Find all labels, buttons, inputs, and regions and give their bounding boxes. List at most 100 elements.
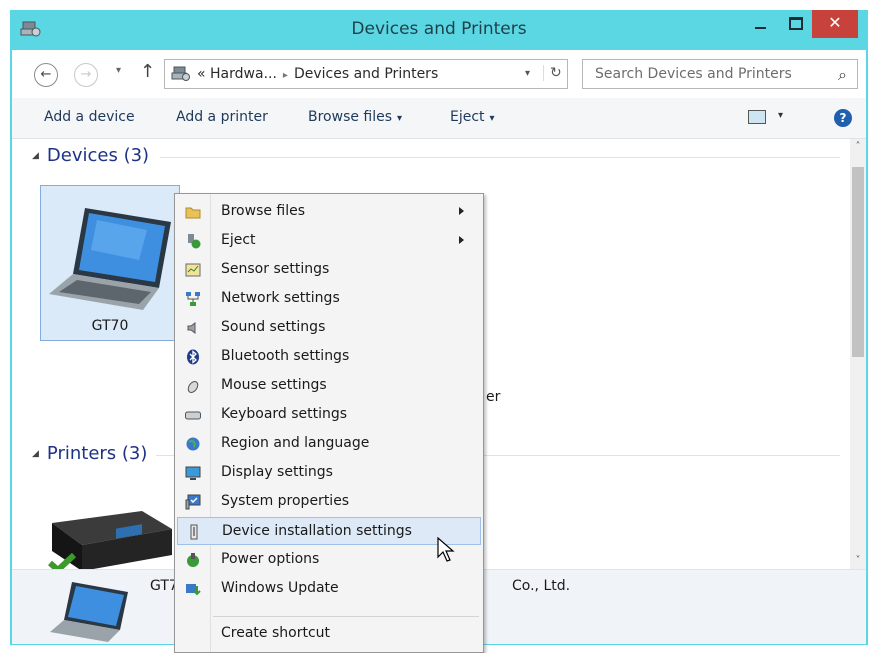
submenu-arrow-icon xyxy=(459,236,464,244)
address-bar-row: ← → ▾ ↑ « Hardwa... ▸ Devices and Printers… xyxy=(12,50,866,96)
menu-item-display-settings[interactable]: Display settings xyxy=(177,459,481,487)
refresh-button[interactable]: ↻ xyxy=(543,65,562,81)
menu-item-bluetooth-settings[interactable]: Bluetooth settings xyxy=(177,343,481,371)
details-manufacturer: Co., Ltd. xyxy=(512,578,571,594)
forward-button[interactable]: → xyxy=(74,63,98,87)
eject-button[interactable]: Eject ▾ xyxy=(450,109,495,125)
recent-locations-button[interactable]: ▾ xyxy=(116,65,121,76)
chevron-down-icon: ▾ xyxy=(525,68,531,79)
menu-item-label: Sound settings xyxy=(221,319,326,335)
menu-item-label: Region and language xyxy=(221,435,370,451)
device-label-fragment: er xyxy=(486,389,501,405)
add-device-button[interactable]: Add a device xyxy=(44,109,135,125)
up-button[interactable]: ↑ xyxy=(140,61,155,82)
laptop-icon xyxy=(50,582,128,642)
add-printer-button[interactable]: Add a printer xyxy=(176,109,268,125)
menu-item-keyboard-settings[interactable]: Keyboard settings xyxy=(177,401,481,429)
vertical-scrollbar[interactable]: ˄ ˅ xyxy=(850,139,866,569)
group-header-devices[interactable]: ◢ Devices (3) xyxy=(32,145,149,166)
usb-device-icon xyxy=(186,524,202,540)
devices-printers-icon xyxy=(171,66,190,81)
mouse-icon xyxy=(185,378,201,394)
chevron-down-icon: ▾ xyxy=(116,65,122,76)
network-icon xyxy=(185,291,201,307)
menu-item-system-properties[interactable]: System properties xyxy=(177,488,481,516)
menu-item-mouse-settings[interactable]: Mouse settings xyxy=(177,372,481,400)
group-title-printers: Printers (3) xyxy=(46,443,148,464)
update-icon xyxy=(185,581,201,597)
menu-item-eject[interactable]: Eject xyxy=(177,227,481,255)
mouse-pointer-icon xyxy=(437,537,455,562)
menu-item-label: Display settings xyxy=(221,464,333,480)
scroll-down-icon[interactable]: ˅ xyxy=(850,553,866,569)
scrollbar-thumb[interactable] xyxy=(852,167,864,357)
breadcrumb-devices-and-printers[interactable]: Devices and Printers xyxy=(294,66,438,82)
title-bar[interactable]: Devices and Printers ✕ xyxy=(10,10,868,50)
menu-item-browse-files[interactable]: Browse files xyxy=(177,198,481,226)
help-icon[interactable]: ? xyxy=(834,109,852,127)
window-title: Devices and Printers xyxy=(351,19,527,39)
breadcrumb-overflow[interactable]: « xyxy=(197,66,206,82)
breadcrumb-separator-icon[interactable]: ▸ xyxy=(277,70,294,81)
refresh-icon: ↻ xyxy=(550,65,562,81)
menu-item-windows-update[interactable]: Windows Update xyxy=(177,575,481,603)
change-view-icon[interactable] xyxy=(748,110,766,124)
menu-item-device-installation-settings[interactable]: Device installation settings xyxy=(177,517,481,545)
search-input[interactable]: Search Devices and Printers ⌕ xyxy=(582,59,858,89)
maximize-button[interactable] xyxy=(780,10,810,38)
search-placeholder: Search Devices and Printers xyxy=(595,66,792,82)
forward-arrow-icon: → xyxy=(80,67,92,82)
menu-item-sound-settings[interactable]: Sound settings xyxy=(177,314,481,342)
close-icon: ✕ xyxy=(828,13,842,32)
display-icon xyxy=(185,465,201,481)
address-history-dropdown[interactable]: ▾ xyxy=(525,68,530,79)
menu-item-label: Browse files xyxy=(221,203,306,219)
scroll-up-icon[interactable]: ˄ xyxy=(850,139,866,155)
browse-files-button[interactable]: Browse files ▾ xyxy=(308,109,402,125)
browse-files-label: Browse files xyxy=(308,109,393,125)
menu-item-label: Keyboard settings xyxy=(221,406,348,422)
minimize-button[interactable] xyxy=(746,10,776,38)
eject-icon xyxy=(185,233,201,249)
dropdown-arrow-icon: ▾ xyxy=(397,113,403,124)
search-icon[interactable]: ⌕ xyxy=(838,65,847,85)
menu-item-create-shortcut[interactable]: Create shortcut xyxy=(177,620,481,648)
menu-item-label: Mouse settings xyxy=(221,377,327,393)
collapse-triangle-icon: ◢ xyxy=(32,151,39,161)
menu-separator xyxy=(213,616,479,617)
device-tile-gt70[interactable]: GT70 xyxy=(40,185,180,341)
menu-item-label: Sensor settings xyxy=(221,261,330,277)
breadcrumb-hardware[interactable]: Hardwa... xyxy=(210,66,277,82)
menu-item-region-and-language[interactable]: Region and language xyxy=(177,430,481,458)
collapse-triangle-icon: ◢ xyxy=(32,449,39,459)
device-label: GT70 xyxy=(91,318,129,334)
menu-item-label: System properties xyxy=(221,493,350,509)
group-header-printers[interactable]: ◢ Printers (3) xyxy=(32,443,147,464)
speaker-icon xyxy=(185,320,201,336)
menu-item-network-settings[interactable]: Network settings xyxy=(177,285,481,313)
back-button[interactable]: ← xyxy=(34,63,58,87)
view-options-dropdown[interactable]: ▾ xyxy=(778,110,783,121)
close-button[interactable]: ✕ xyxy=(812,10,858,38)
laptop-icon xyxy=(49,208,171,310)
menu-item-label: Network settings xyxy=(221,290,340,306)
menu-item-label: Windows Update xyxy=(221,580,339,596)
eject-label: Eject xyxy=(450,109,485,125)
folder-icon xyxy=(185,204,201,220)
sensor-icon xyxy=(185,262,201,278)
context-menu: Browse files Eject Sensor settings Netwo… xyxy=(174,193,484,653)
chevron-down-icon: ▾ xyxy=(778,110,784,121)
dropdown-arrow-icon: ▾ xyxy=(489,113,495,124)
group-title-devices: Devices (3) xyxy=(46,145,150,166)
submenu-arrow-icon xyxy=(459,207,464,215)
command-bar: Add a device Add a printer Browse files ▾… xyxy=(12,98,866,139)
menu-item-sensor-settings[interactable]: Sensor settings xyxy=(177,256,481,284)
menu-item-power-options[interactable]: Power options xyxy=(177,546,481,574)
keyboard-icon xyxy=(185,407,201,423)
globe-icon xyxy=(185,436,201,452)
address-box[interactable]: « Hardwa... ▸ Devices and Printers ▾ ↻ xyxy=(164,59,568,89)
menu-item-label: Create shortcut xyxy=(221,625,331,641)
menu-item-label: Power options xyxy=(221,551,320,567)
power-icon xyxy=(185,552,201,568)
up-arrow-icon: ↑ xyxy=(140,61,156,82)
